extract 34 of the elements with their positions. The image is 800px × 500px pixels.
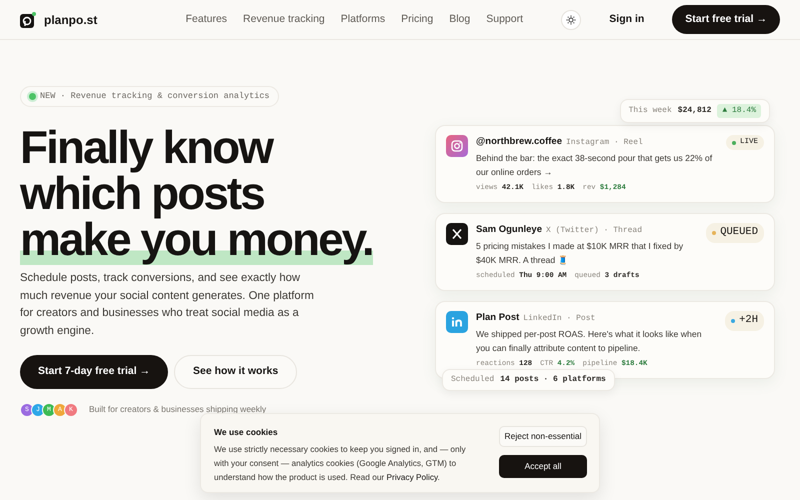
social-proof-text: Built for creators & businesses shipping weekly [89,403,266,416]
post-meta: LinkedIn · Post [523,313,596,326]
post-meta: X (Twitter) · Thread [546,225,642,238]
post-author: @northbrew.coffee [476,135,562,149]
nav-link[interactable]: Blog [449,12,470,28]
status-text: +2H [739,313,758,328]
post-author: Plan Post [476,311,520,326]
sign-in-button[interactable]: Sign in [605,10,648,30]
post-text: We shipped per-post ROAS. Here's what it looks like when you can finally attribute content to pipeline. [476,328,703,356]
nav-link[interactable]: Features [186,12,228,28]
scheduled-summary-chip: Scheduled 14 posts · 6 platforms [442,369,615,391]
post-meta: Instagram · Reel [566,137,643,149]
nav-link[interactable]: Pricing [401,12,434,28]
chip-text: This week [628,105,672,117]
status-text: QUEUED [720,225,758,240]
post-text: Behind the bar: the exact 38-second pour that gets us 22% of our online orders → [476,152,714,180]
accept-all-button[interactable]: Accept all [499,454,587,478]
free-trial-button[interactable]: Start 7-day free trial → [20,355,168,389]
privacy-policy-link[interactable]: Privacy Policy [386,472,438,482]
brand-name[interactable]: planpo.st [44,10,98,28]
nav-link[interactable]: Platforms [340,12,386,28]
nav-link[interactable]: Revenue tracking [243,12,325,28]
start-trial-button[interactable]: Start free trial → [672,4,780,34]
post-author: Sam Ogunleye [476,223,542,238]
nav-link[interactable]: Support [486,12,524,28]
hero-description: Schedule posts, track conversions, and see exactly how much revenue your social content generates. One platform for creators and businesses who treat social media as a growth engine. [20,271,315,338]
cookie-text: We use strictly necessary cookies to keep you signed in, and — only with your consent — analytics cookies (Google Analytics, GTM) to understand how the product is used. Read our Privacy Policy. [214,442,467,484]
chip-text: $24,812 [678,105,712,117]
cookie-title: We use cookies [214,426,279,439]
how-it-works-button[interactable]: See how it works [174,355,298,389]
post-text: 5 pricing mistakes I made at $10K MRR that I fixed by $40K MRR. A thread 🧵 [476,240,684,268]
reject-button[interactable]: Reject non-essential [499,426,587,447]
announcement-pill: NEW · Revenue tracking & conversion analytics [20,86,279,107]
growth-badge: ▲ 18.4% [717,104,761,118]
